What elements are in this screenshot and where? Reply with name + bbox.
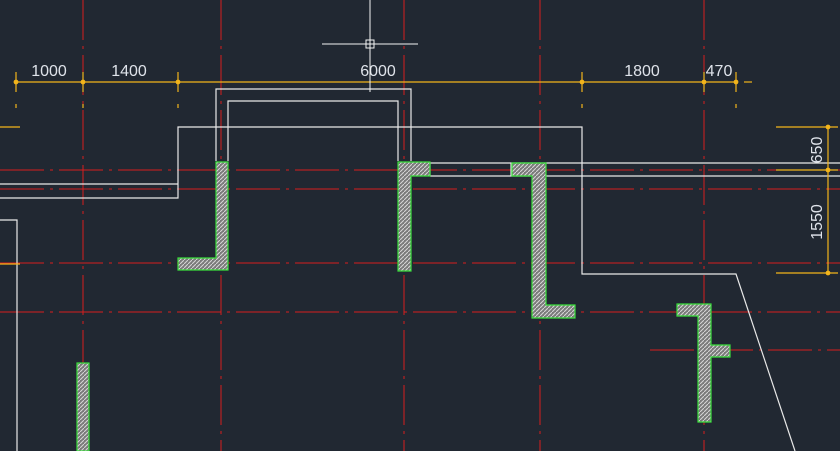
dim-label-1800: 1800 bbox=[624, 63, 660, 80]
dim-label-470: 470 bbox=[706, 63, 733, 80]
wall-section-middle bbox=[397, 161, 431, 272]
dim-label-650: 650 bbox=[809, 137, 826, 164]
building-outline[interactable] bbox=[0, 88, 840, 451]
wall-section-left bbox=[177, 161, 229, 271]
cad-drawing-canvas[interactable]: 1000 1400 6000 1800 470 650 1550 bbox=[0, 0, 840, 451]
dim-label-1000: 1000 bbox=[31, 63, 67, 80]
dim-label-1550: 1550 bbox=[809, 204, 826, 240]
dim-label-6000: 6000 bbox=[360, 63, 396, 80]
wall-section-right bbox=[511, 162, 576, 319]
dim-label-1400: 1400 bbox=[111, 63, 147, 80]
horizontal-axis-lines bbox=[0, 169, 840, 351]
dimension-line-right[interactable] bbox=[0, 126, 838, 274]
column-bottom-left bbox=[76, 362, 90, 451]
column-far-right bbox=[676, 303, 731, 423]
